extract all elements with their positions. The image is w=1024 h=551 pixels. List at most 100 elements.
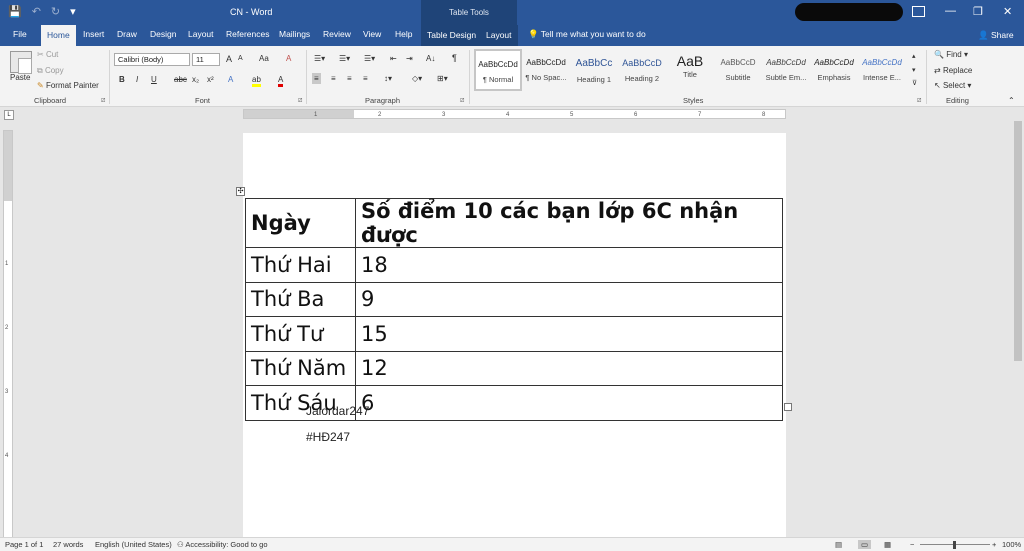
tab-mailings[interactable]: Mailings (279, 29, 310, 39)
style-normal[interactable]: AaBbCcDd ¶ Normal (474, 49, 522, 91)
web-layout-icon[interactable]: ▦ (884, 540, 891, 549)
font-launcher-icon[interactable]: ⧄ (298, 97, 302, 105)
style-subtle-emphasis[interactable]: AaBbCcDd Subtle Em... (762, 49, 810, 91)
table-cell-day[interactable]: Thứ Hai (245, 247, 356, 283)
line-spacing-icon[interactable]: ↕▾ (384, 74, 392, 83)
tab-table-layout[interactable]: Layout (480, 25, 518, 46)
styles-more-icon[interactable]: ⊽ (912, 79, 917, 87)
horizontal-ruler[interactable]: 1 2 3 4 5 6 7 8 (243, 109, 786, 119)
text-effects-button[interactable]: A (228, 75, 233, 84)
table-cell-score[interactable]: 12 (355, 350, 783, 386)
table-move-handle[interactable]: ✣ (236, 187, 245, 196)
clipboard-launcher-icon[interactable]: ⧄ (101, 97, 105, 105)
style-title[interactable]: AaB Title (666, 49, 714, 91)
table-cell-score[interactable]: 18 (355, 247, 783, 283)
table-header-cell[interactable]: Ngày (245, 198, 356, 248)
format-painter-button[interactable]: ✎ Format Painter (37, 81, 99, 90)
table-cell-day[interactable]: Thứ Tư (245, 316, 356, 352)
align-right-icon[interactable]: ≡ (347, 74, 352, 83)
table-cell-score[interactable]: 15 (355, 316, 783, 352)
shrink-font-icon[interactable]: A (238, 55, 243, 62)
tab-table-design[interactable]: Table Design (421, 25, 483, 46)
table-cell-score[interactable]: 9 (355, 281, 783, 317)
document-table[interactable]: Ngày Số điểm 10 các bạn lớp 6C nhận được… (245, 198, 783, 421)
minimize-icon[interactable]: — (945, 5, 956, 17)
borders-icon[interactable]: ⊞▾ (437, 74, 448, 83)
paste-icon[interactable] (10, 51, 32, 74)
tab-home[interactable]: Home (41, 25, 76, 46)
multilevel-list-icon[interactable]: ☰▾ (364, 54, 375, 63)
zoom-in-button[interactable]: + (992, 540, 996, 549)
paragraph-launcher-icon[interactable]: ⧄ (460, 97, 464, 105)
language-indicator[interactable]: English (United States) (95, 540, 172, 549)
zoom-out-button[interactable]: − (910, 540, 914, 549)
numbering-icon[interactable]: ☰▾ (339, 54, 350, 63)
maximize-icon[interactable]: ❐ (973, 5, 983, 18)
page-count[interactable]: Page 1 of 1 (5, 540, 43, 549)
highlight-button[interactable]: ab (252, 75, 261, 87)
font-size-combo[interactable]: 11 (192, 53, 220, 66)
shading-icon[interactable]: ◇▾ (412, 74, 422, 83)
style-heading-2[interactable]: AaBbCcD Heading 2 (618, 49, 666, 91)
tab-selector[interactable]: L (4, 110, 14, 120)
style-no-spacing[interactable]: AaBbCcDd ¶ No Spac... (522, 49, 570, 91)
tab-insert[interactable]: Insert (83, 29, 104, 39)
justify-icon[interactable]: ≡ (363, 74, 368, 83)
vertical-ruler[interactable]: 1 2 3 4 (3, 130, 13, 538)
table-header-cell[interactable]: Số điểm 10 các bạn lớp 6C nhận được (355, 198, 783, 248)
change-case-button[interactable]: Aa (259, 54, 269, 63)
subscript-button[interactable]: x₂ (192, 75, 199, 84)
tab-references[interactable]: References (226, 29, 269, 39)
undo-icon[interactable]: ↶ (32, 5, 41, 19)
tab-view[interactable]: View (363, 29, 381, 39)
tab-file[interactable]: File (13, 29, 27, 39)
document-text-line[interactable]: Jalordar247 (306, 404, 369, 418)
superscript-button[interactable]: x² (207, 75, 214, 84)
bullets-icon[interactable]: ☰▾ (314, 54, 325, 63)
clear-formatting-icon[interactable]: A (286, 54, 291, 63)
increase-indent-icon[interactable]: ⇥ (406, 54, 413, 63)
tab-draw[interactable]: Draw (117, 29, 137, 39)
tab-help[interactable]: Help (395, 29, 412, 39)
redo-icon[interactable]: ↻ (51, 5, 60, 19)
tab-design[interactable]: Design (150, 29, 176, 39)
strikethrough-button[interactable]: abc (174, 75, 187, 84)
style-emphasis[interactable]: AaBbCcDd Emphasis (810, 49, 858, 91)
focus-mode-icon[interactable]: ▤ (835, 540, 842, 549)
find-button[interactable]: 🔍 Find ▾ (934, 50, 968, 59)
select-button[interactable]: ↖ Select ▾ (934, 81, 971, 90)
print-layout-icon[interactable]: ▭ (858, 540, 872, 549)
show-formatting-button[interactable]: ¶ (452, 53, 457, 63)
grow-font-icon[interactable]: A (226, 54, 232, 64)
ribbon-display-options-icon[interactable] (912, 6, 925, 17)
tell-me-search[interactable]: 💡 Tell me what you want to do (528, 29, 646, 40)
customize-qat-icon[interactable]: ▾ (70, 5, 76, 19)
copy-button[interactable]: ⧉ Copy (37, 66, 64, 76)
scrollbar-thumb[interactable] (1014, 121, 1022, 361)
word-count[interactable]: 27 words (53, 540, 83, 549)
font-name-combo[interactable]: Calibri (Body) (114, 53, 190, 66)
zoom-slider-thumb[interactable] (953, 541, 956, 549)
table-resize-handle[interactable] (784, 403, 792, 411)
table-cell-day[interactable]: Thứ Ba (245, 281, 356, 317)
vertical-scrollbar[interactable] (1012, 107, 1024, 537)
sort-button[interactable]: A↓ (426, 54, 435, 63)
save-icon[interactable]: 💾 (8, 5, 22, 19)
paste-button[interactable]: Paste (10, 73, 30, 82)
tab-review[interactable]: Review (323, 29, 351, 39)
italic-button[interactable]: I (136, 75, 138, 84)
share-button[interactable]: 👤 Share (978, 30, 1014, 41)
close-icon[interactable]: ✕ (1003, 5, 1012, 18)
cut-button[interactable]: ✂ Cut (37, 50, 58, 59)
styles-scroll-up-icon[interactable]: ▴ (912, 52, 916, 60)
underline-button[interactable]: U (151, 75, 157, 84)
accessibility-status[interactable]: ⚇ Accessibility: Good to go (177, 540, 268, 549)
align-left-icon[interactable]: ≡ (312, 73, 321, 84)
zoom-level[interactable]: 100% (1002, 540, 1021, 549)
style-subtitle[interactable]: AaBbCcD Subtitle (714, 49, 762, 91)
style-intense-emphasis[interactable]: AaBbCcDd Intense E... (858, 49, 906, 91)
styles-launcher-icon[interactable]: ⧄ (917, 97, 921, 105)
table-cell-day[interactable]: Thứ Năm (245, 350, 356, 386)
bold-button[interactable]: B (119, 75, 125, 84)
document-text-line[interactable]: #HĐ247 (306, 430, 350, 444)
